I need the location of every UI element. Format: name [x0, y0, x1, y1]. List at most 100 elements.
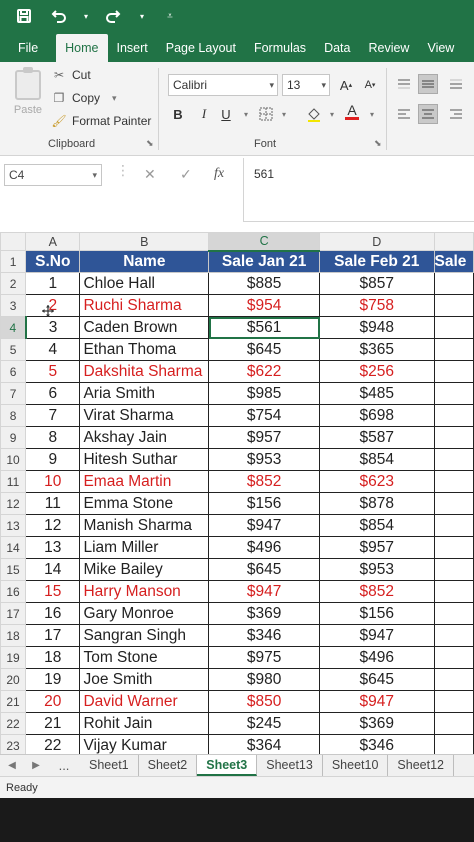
next-sheet-icon[interactable]: ▶	[24, 755, 48, 776]
tab-home[interactable]: Home	[56, 34, 108, 62]
cell-partial[interactable]	[433, 624, 474, 647]
cell-sno[interactable]: 17	[25, 624, 81, 647]
cell-partial[interactable]	[433, 316, 474, 339]
selected-cell[interactable]: $561	[208, 316, 320, 339]
sheet-tab-sheet3[interactable]: Sheet3	[197, 755, 258, 776]
cell-sale-jan[interactable]: $954	[208, 294, 320, 317]
underline-button[interactable]: U	[216, 104, 236, 124]
cell-sno[interactable]: 11	[25, 492, 81, 515]
cell-sno[interactable]: 13	[25, 536, 81, 559]
cell-name[interactable]: Ruchi Sharma	[79, 294, 210, 317]
cell-partial[interactable]	[433, 382, 474, 405]
cell-partial[interactable]	[433, 602, 474, 625]
undo-icon[interactable]	[48, 6, 68, 26]
cell-sale-jan[interactable]: $645	[208, 338, 320, 361]
cell-sale-jan[interactable]: $957	[208, 426, 320, 449]
cell-name[interactable]: Gary Monroe	[79, 602, 210, 625]
row-header[interactable]: 16	[0, 580, 27, 603]
cell-sale-feb[interactable]: $365	[319, 338, 435, 361]
cell-partial[interactable]	[433, 690, 474, 713]
borders-button[interactable]	[256, 104, 276, 124]
row-header[interactable]: 15	[0, 558, 27, 581]
tab-file[interactable]: File	[0, 34, 56, 62]
header-cell-sale-feb[interactable]: Sale Feb 21	[319, 250, 435, 273]
formula-input[interactable]: 561	[243, 158, 474, 222]
cell-sno[interactable]: 19	[25, 668, 81, 691]
cell-sale-feb[interactable]: $758	[319, 294, 435, 317]
cell-sale-feb[interactable]: $156	[319, 602, 435, 625]
row-header[interactable]: 5	[0, 338, 27, 361]
cell-sale-feb[interactable]: $496	[319, 646, 435, 669]
cell-name[interactable]: Akshay Jain	[79, 426, 210, 449]
cell-sale-jan[interactable]: $985	[208, 382, 320, 405]
cell-sale-jan[interactable]: $947	[208, 580, 320, 603]
cancel-icon[interactable]: ✕	[144, 166, 156, 183]
cell-name[interactable]: Ethan Thoma	[79, 338, 210, 361]
clipboard-launcher-icon[interactable]: ⬊	[146, 138, 154, 149]
cell-name[interactable]: Tom Stone	[79, 646, 210, 669]
cell-sale-jan[interactable]: $645	[208, 558, 320, 581]
insert-function-button[interactable]: fx	[214, 166, 224, 182]
copy-dropdown-icon[interactable]: ▾	[112, 93, 117, 104]
cell-sale-feb[interactable]: $346	[319, 734, 435, 754]
row-header[interactable]: 21	[0, 690, 27, 713]
more-sheets-button[interactable]: ...	[48, 755, 80, 776]
cell-partial[interactable]	[433, 426, 474, 449]
cell-name[interactable]: Chloe Hall	[79, 272, 210, 295]
cell-partial[interactable]	[433, 360, 474, 383]
cell-sno[interactable]: 10	[25, 470, 81, 493]
row-header[interactable]: 23	[0, 734, 27, 754]
header-cell-sale-jan[interactable]: Sale Jan 21	[208, 250, 320, 273]
tab-formulas[interactable]: Formulas	[245, 34, 315, 62]
customize-icon[interactable]: ⩡	[160, 6, 180, 26]
redo-dropdown-icon[interactable]: ▾	[138, 6, 146, 26]
italic-button[interactable]: I	[194, 104, 214, 124]
cell-partial[interactable]	[433, 514, 474, 537]
cell-sno[interactable]: 1	[25, 272, 81, 295]
sheet-tab-sheet1[interactable]: Sheet1	[80, 755, 139, 776]
cell-partial[interactable]	[433, 470, 474, 493]
cell-name[interactable]: Aria Smith	[79, 382, 210, 405]
copy-button[interactable]: ❐ Copy ▾	[52, 91, 117, 105]
row-header[interactable]: 6	[0, 360, 27, 383]
cell-partial[interactable]	[433, 294, 474, 317]
cell-sale-jan[interactable]: $885	[208, 272, 320, 295]
font-color-dropdown-icon[interactable]: ▾	[362, 104, 382, 124]
cell-sale-feb[interactable]: $947	[319, 690, 435, 713]
row-header[interactable]: 2	[0, 272, 27, 295]
font-size-dropdown[interactable]: 13 ▾	[282, 74, 330, 96]
cell-sale-feb[interactable]: $854	[319, 514, 435, 537]
column-header-e[interactable]	[433, 232, 474, 251]
cell-partial[interactable]	[433, 734, 474, 754]
cell-sale-feb[interactable]: $698	[319, 404, 435, 427]
cell-sno[interactable]: 20	[25, 690, 81, 713]
row-header[interactable]: 8	[0, 404, 27, 427]
cell-sale-jan[interactable]: $622	[208, 360, 320, 383]
cell-name[interactable]: Dakshita Sharma	[79, 360, 210, 383]
column-header-b[interactable]: B	[79, 232, 210, 251]
row-header[interactable]: 19	[0, 646, 27, 669]
select-all-corner[interactable]	[0, 232, 27, 251]
row-header[interactable]: 1	[0, 250, 27, 273]
cell-sale-jan[interactable]: $953	[208, 448, 320, 471]
cell-partial[interactable]	[433, 536, 474, 559]
cell-name[interactable]: Manish Sharma	[79, 514, 210, 537]
fill-color-button[interactable]	[304, 104, 324, 124]
cell-sale-feb[interactable]: $256	[319, 360, 435, 383]
row-header[interactable]: 3	[0, 294, 27, 317]
cell-sale-feb[interactable]: $369	[319, 712, 435, 735]
cell-partial[interactable]	[433, 404, 474, 427]
tab-page-layout[interactable]: Page Layout	[157, 34, 245, 62]
cell-sale-jan[interactable]: $947	[208, 514, 320, 537]
cell-name[interactable]: Emaa Martin	[79, 470, 210, 493]
align-top-button[interactable]	[394, 74, 414, 94]
bold-button[interactable]: B	[168, 104, 188, 124]
cell-name[interactable]: Vijay Kumar	[79, 734, 210, 754]
cell-sno[interactable]: 8	[25, 426, 81, 449]
cell-name[interactable]: Harry Manson	[79, 580, 210, 603]
cut-button[interactable]: ✂ Cut	[52, 68, 91, 82]
column-header-a[interactable]: A	[25, 232, 81, 251]
cell-partial[interactable]	[433, 448, 474, 471]
sheet-tab-sheet12[interactable]: Sheet12	[388, 755, 454, 776]
cell-sno[interactable]: 15	[25, 580, 81, 603]
